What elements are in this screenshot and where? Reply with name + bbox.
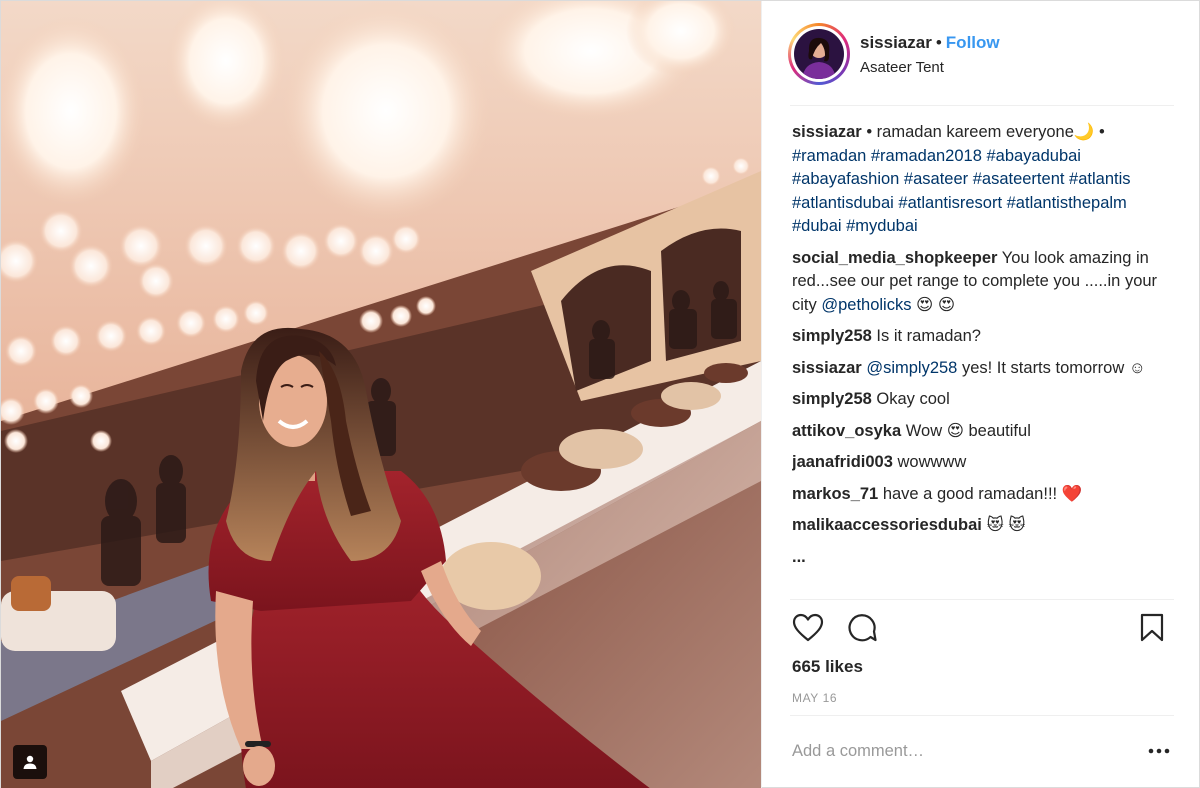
comment-item: attikov_osyka Wow 😍 beautiful (792, 420, 1174, 444)
location-link[interactable]: Asateer Tent (860, 59, 944, 76)
comment-item: simply258 Okay cool (792, 388, 1174, 412)
divider (790, 599, 1174, 600)
comment-username[interactable]: malikaaccessoriesdubai (792, 516, 982, 534)
caption-text: • ramadan kareem everyone🌙 • (861, 123, 1105, 141)
divider (790, 105, 1174, 106)
follow-button[interactable]: Follow (946, 33, 1000, 52)
comments-list[interactable]: sissiazar • ramadan kareem everyone🌙 • #… (792, 121, 1174, 599)
comment-item: simply258 Is it ramadan? (792, 325, 1174, 349)
more-options-button[interactable] (1146, 741, 1172, 761)
comment-username[interactable]: simply258 (792, 390, 872, 408)
post-header: sissiazar • Follow Asateer Tent (762, 1, 1200, 105)
comment-text: 😻 😻 (981, 516, 1026, 534)
avatar-frame (791, 26, 847, 82)
user-tag-icon (23, 755, 37, 769)
comment-username[interactable]: markos_71 (792, 485, 878, 503)
likes-count[interactable]: 665 likes (792, 657, 863, 677)
post-date[interactable]: MAY 16 (792, 691, 837, 705)
comment-username[interactable]: social_media_shopkeeper (792, 249, 997, 267)
avatar[interactable] (788, 23, 850, 85)
comment-username[interactable]: attikov_osyka (792, 422, 901, 440)
comment-item: social_media_shopkeeper You look amazing… (792, 247, 1174, 318)
comment-mention[interactable]: @petholicks (821, 296, 911, 314)
divider (790, 715, 1174, 716)
caption-username[interactable]: sissiazar (792, 123, 862, 141)
avatar-image (794, 29, 844, 79)
photo-illustration (1, 1, 761, 788)
comment-text: Is it ramadan? (871, 327, 981, 345)
comment-item: markos_71 have a good ramadan!!! ❤️ (792, 483, 1174, 507)
comment-item: ... (792, 546, 1174, 570)
comment-button[interactable] (846, 613, 878, 648)
caption-hashtags[interactable]: #ramadan #ramadan2018 #abayadubai #abaya… (792, 147, 1131, 236)
like-button[interactable] (792, 613, 824, 648)
comment-item: sissiazar @simply258 yes! It starts tomo… (792, 357, 1174, 381)
tag-button[interactable] (13, 745, 47, 779)
comment-username[interactable]: simply258 (792, 327, 872, 345)
comment-bubble-icon (848, 614, 877, 642)
more-options-icon (1148, 748, 1170, 754)
heart-icon (792, 613, 824, 642)
post-sidebar: sissiazar • Follow Asateer Tent sissiazar … (761, 1, 1200, 788)
instagram-post: sissiazar • Follow Asateer Tent sissiazar … (0, 0, 1200, 788)
bookmark-icon (1140, 613, 1164, 642)
comment-text-after: yes! It starts tomorrow ☺ (957, 358, 1146, 377)
comment-mention[interactable]: @simply258 (866, 359, 957, 377)
comment-username[interactable]: jaanafridi003 (792, 453, 893, 471)
add-comment-input[interactable] (792, 739, 1122, 763)
caption: sissiazar • ramadan kareem everyone🌙 • #… (792, 121, 1174, 239)
comment-username[interactable]: ... (792, 548, 806, 566)
comment-item: jaanafridi003 wowwww (792, 451, 1174, 475)
header-username[interactable]: sissiazar (860, 33, 932, 52)
comment-text-after: 😍 😍 (911, 295, 956, 314)
header-line: sissiazar • Follow (860, 33, 1000, 53)
post-photo[interactable] (1, 1, 761, 788)
avatar-illustration (794, 29, 844, 79)
comment-text: have a good ramadan!!! ❤️ (878, 484, 1083, 503)
comment-text: Okay cool (871, 390, 950, 408)
action-bar (792, 613, 1164, 648)
comment-item: malikaaccessoriesdubai 😻 😻 (792, 514, 1174, 538)
header-separator: • (935, 33, 942, 52)
comment-text: wowwww (892, 453, 967, 471)
comment-text: Wow 😍 beautiful (901, 421, 1031, 440)
comment-username[interactable]: sissiazar (792, 359, 862, 377)
save-button[interactable] (1140, 613, 1164, 648)
